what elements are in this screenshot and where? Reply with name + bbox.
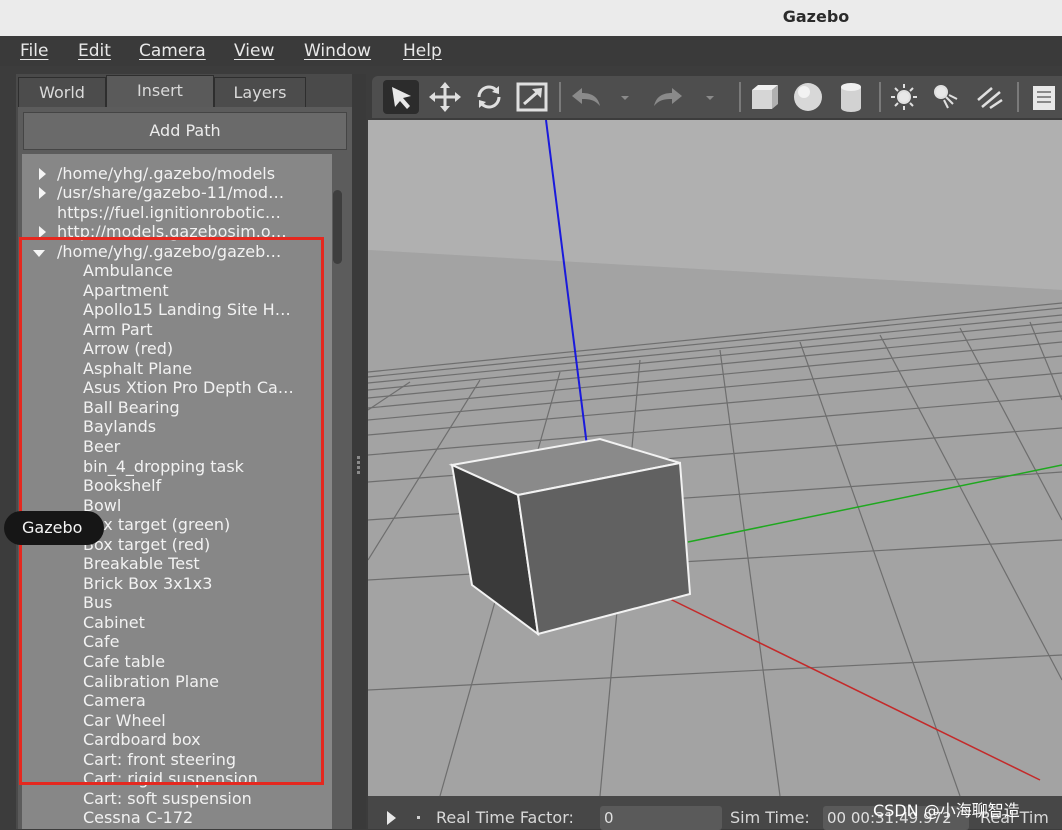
splitter-grip bbox=[357, 471, 360, 474]
redo-dropdown-icon[interactable] bbox=[697, 80, 721, 114]
tree-path-row[interactable]: /home/yhg/.gazebo/models bbox=[22, 164, 332, 184]
tree-path-row[interactable]: /usr/share/gazebo-11/mod… bbox=[22, 183, 332, 203]
watermark: CSDN @小海聊智造 bbox=[873, 801, 1020, 820]
menu-view[interactable]: View bbox=[234, 41, 274, 61]
translate-mode-icon[interactable] bbox=[427, 80, 463, 114]
window-title: Gazebo bbox=[782, 7, 850, 26]
expand-arrow-icon[interactable] bbox=[39, 168, 46, 180]
redo-icon[interactable] bbox=[650, 80, 686, 114]
panel-splitter[interactable] bbox=[352, 74, 366, 829]
tree-path-label: /home/yhg/.gazebo/models bbox=[57, 164, 276, 183]
select-mode-icon[interactable] bbox=[383, 80, 419, 114]
undo-icon[interactable] bbox=[568, 80, 604, 114]
rotate-mode-icon[interactable] bbox=[471, 80, 507, 114]
status-dot bbox=[417, 816, 420, 819]
real-time-factor-label: Real Time Factor: bbox=[436, 808, 574, 827]
menu-window[interactable]: Window bbox=[304, 41, 371, 61]
tree-path-row[interactable]: https://fuel.ignitionrobotic… bbox=[22, 203, 332, 223]
tab-world[interactable]: World bbox=[18, 77, 106, 107]
splitter-grip bbox=[357, 466, 360, 469]
tab-layers[interactable]: Layers bbox=[214, 77, 306, 107]
copy-icon[interactable] bbox=[1026, 80, 1062, 114]
sphere-shape-icon[interactable] bbox=[790, 80, 826, 114]
sim-time-label: Sim Time: bbox=[730, 808, 810, 827]
model-list-item[interactable]: Cart: soft suspension bbox=[83, 789, 252, 809]
play-icon[interactable] bbox=[387, 811, 396, 825]
toolbar-separator bbox=[1017, 82, 1019, 112]
expand-arrow-icon[interactable] bbox=[39, 187, 46, 199]
cylinder-shape-icon[interactable] bbox=[833, 80, 869, 114]
toolbar-separator bbox=[739, 82, 741, 112]
model-list-item[interactable]: Cessna C-172 bbox=[83, 808, 193, 828]
scrollbar-thumb[interactable] bbox=[333, 190, 342, 264]
real-time-factor-value: 0 bbox=[600, 806, 722, 830]
directional-light-icon[interactable] bbox=[972, 80, 1008, 114]
tree-path-label: /usr/share/gazebo-11/mod… bbox=[57, 183, 285, 202]
spot-light-icon[interactable] bbox=[929, 80, 965, 114]
splitter-grip bbox=[357, 456, 360, 459]
tab-insert[interactable]: Insert bbox=[106, 75, 214, 108]
toolbar-separator bbox=[559, 82, 561, 112]
tree-path-label: https://fuel.ignitionrobotic… bbox=[57, 203, 281, 222]
menu-help[interactable]: Help bbox=[403, 41, 442, 61]
undo-dropdown-icon[interactable] bbox=[612, 80, 636, 114]
point-light-icon[interactable] bbox=[886, 80, 922, 114]
tooltip: Gazebo bbox=[4, 511, 104, 545]
menu-edit[interactable]: Edit bbox=[78, 41, 111, 61]
splitter-grip bbox=[357, 461, 360, 464]
menu-file[interactable]: File bbox=[20, 41, 48, 61]
box-shape-icon[interactable] bbox=[746, 80, 782, 114]
scale-mode-icon[interactable] bbox=[514, 80, 550, 114]
add-path-button[interactable]: Add Path bbox=[23, 112, 347, 150]
toolbar-separator bbox=[879, 82, 881, 112]
menu-camera[interactable]: Camera bbox=[139, 41, 206, 61]
scene-viewport[interactable] bbox=[368, 120, 1062, 796]
